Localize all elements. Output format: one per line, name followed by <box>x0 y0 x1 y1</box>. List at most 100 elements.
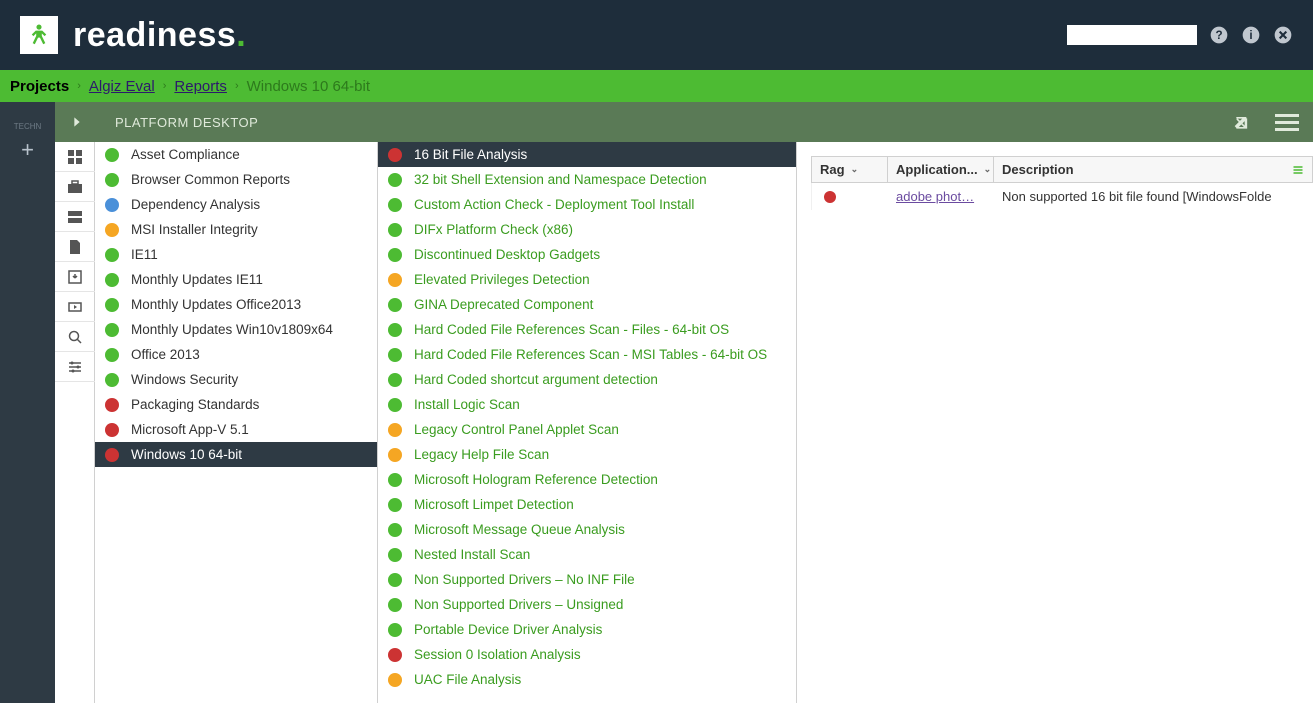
check-item[interactable]: Hard Coded shortcut argument detection <box>378 367 796 392</box>
breadcrumb-project[interactable]: Algiz Eval <box>89 78 155 95</box>
server-icon[interactable] <box>55 202 95 232</box>
sort-caret-icon: ⌄ <box>851 164 859 175</box>
rag-dot <box>388 598 402 612</box>
check-item[interactable]: Discontinued Desktop Gadgets <box>378 242 796 267</box>
platform-bar: PLATFORM DESKTOP <box>55 102 1313 142</box>
category-item[interactable]: Windows Security <box>95 367 377 392</box>
chevron-right-icon: › <box>77 80 81 92</box>
breadcrumb-section[interactable]: Reports <box>174 78 227 95</box>
rag-dot <box>105 398 119 412</box>
check-item[interactable]: Microsoft Hologram Reference Detection <box>378 467 796 492</box>
category-item[interactable]: MSI Installer Integrity <box>95 217 377 242</box>
dashboard-icon[interactable] <box>55 142 95 172</box>
expand-icon[interactable] <box>69 114 85 130</box>
info-icon[interactable]: i <box>1241 25 1261 45</box>
check-item[interactable]: UAC File Analysis <box>378 667 796 692</box>
check-item[interactable]: Session 0 Isolation Analysis <box>378 642 796 667</box>
columns: Asset Compliance Browser Common Reports De… <box>55 142 1313 703</box>
check-item[interactable]: Custom Action Check - Deployment Tool In… <box>378 192 796 217</box>
search-icon[interactable] <box>55 322 95 352</box>
category-item[interactable]: Browser Common Reports <box>95 167 377 192</box>
settings-icon[interactable] <box>55 352 95 382</box>
collapse-icon[interactable] <box>1233 112 1253 132</box>
breadcrumb: Projects › Algiz Eval › Reports › Window… <box>0 70 1313 102</box>
category-item[interactable]: Monthly Updates Win10v1809x64 <box>95 317 377 342</box>
check-item[interactable]: 16 Bit File Analysis <box>378 142 796 167</box>
rag-dot <box>388 523 402 537</box>
check-item[interactable]: Legacy Help File Scan <box>378 442 796 467</box>
download-icon[interactable] <box>55 262 95 292</box>
chevron-right-icon: › <box>235 80 239 92</box>
col-header-description[interactable]: Description <box>994 157 1313 182</box>
check-label: Hard Coded shortcut argument detection <box>414 372 658 387</box>
check-item[interactable]: Nested Install Scan <box>378 542 796 567</box>
col-header-application[interactable]: Application...⌄ <box>888 157 994 182</box>
category-item[interactable]: Office 2013 <box>95 342 377 367</box>
icon-rail <box>55 142 95 703</box>
col-header-rag-label: Rag <box>820 162 845 177</box>
category-label: Monthly Updates Office2013 <box>131 297 301 312</box>
search-input[interactable] <box>1067 25 1197 45</box>
close-icon[interactable] <box>1273 25 1293 45</box>
check-label: Elevated Privileges Detection <box>414 272 590 287</box>
application-link[interactable]: adobe phot… <box>896 189 974 204</box>
briefcase-icon[interactable] <box>55 172 95 202</box>
category-label: Browser Common Reports <box>131 172 290 187</box>
checks-column: 16 Bit File Analysis32 bit Shell Extensi… <box>378 142 797 703</box>
rag-dot <box>388 223 402 237</box>
column-menu-icon[interactable] <box>1292 164 1304 176</box>
check-item[interactable]: Portable Device Driver Analysis <box>378 617 796 642</box>
category-item[interactable]: Monthly Updates IE11 <box>95 267 377 292</box>
check-item[interactable]: Elevated Privileges Detection <box>378 267 796 292</box>
check-item[interactable]: DIFx Platform Check (x86) <box>378 217 796 242</box>
media-icon[interactable] <box>55 292 95 322</box>
category-item[interactable]: IE11 <box>95 242 377 267</box>
add-button[interactable]: + <box>21 137 34 163</box>
category-item[interactable]: Windows 10 64-bit <box>95 442 377 467</box>
check-label: GINA Deprecated Component <box>414 297 593 312</box>
check-item[interactable]: Non Supported Drivers – No INF File <box>378 567 796 592</box>
category-item[interactable]: Packaging Standards <box>95 392 377 417</box>
category-label: Microsoft App-V 5.1 <box>131 422 249 437</box>
help-icon[interactable]: ? <box>1209 25 1229 45</box>
check-label: Legacy Control Panel Applet Scan <box>414 422 619 437</box>
category-item[interactable]: Microsoft App-V 5.1 <box>95 417 377 442</box>
rag-dot <box>105 148 119 162</box>
check-label: Nested Install Scan <box>414 547 530 562</box>
rag-dot <box>105 198 119 212</box>
check-item[interactable]: Non Supported Drivers – Unsigned <box>378 592 796 617</box>
person-icon <box>25 21 53 49</box>
check-label: Hard Coded File References Scan - MSI Ta… <box>414 347 767 362</box>
check-label: Custom Action Check - Deployment Tool In… <box>414 197 694 212</box>
grid-row[interactable]: adobe phot…Non supported 16 bit file fou… <box>811 183 1313 210</box>
check-label: Non Supported Drivers – No INF File <box>414 572 635 587</box>
check-item[interactable]: 32 bit Shell Extension and Namespace Det… <box>378 167 796 192</box>
category-item[interactable]: Monthly Updates Office2013 <box>95 292 377 317</box>
check-item[interactable]: Hard Coded File References Scan - Files … <box>378 317 796 342</box>
check-item[interactable]: GINA Deprecated Component <box>378 292 796 317</box>
breadcrumb-current: Windows 10 64-bit <box>247 78 370 95</box>
category-label: Asset Compliance <box>131 147 240 162</box>
rail-label: TECHN <box>14 122 42 131</box>
check-item[interactable]: Install Logic Scan <box>378 392 796 417</box>
rag-dot <box>105 423 119 437</box>
menu-icon[interactable] <box>1275 114 1299 131</box>
category-item[interactable]: Asset Compliance <box>95 142 377 167</box>
category-item[interactable]: Dependency Analysis <box>95 192 377 217</box>
check-item[interactable]: Legacy Control Panel Applet Scan <box>378 417 796 442</box>
check-item[interactable]: Hard Coded File References Scan - MSI Ta… <box>378 342 796 367</box>
document-icon[interactable] <box>55 232 95 262</box>
check-label: Legacy Help File Scan <box>414 447 549 462</box>
check-item[interactable]: Microsoft Message Queue Analysis <box>378 517 796 542</box>
brand-title: readiness. <box>73 16 1067 55</box>
check-label: UAC File Analysis <box>414 672 521 687</box>
col-header-rag[interactable]: Rag ⌄ <box>812 157 888 182</box>
category-label: IE11 <box>131 247 158 262</box>
rag-dot <box>388 273 402 287</box>
check-item[interactable]: Microsoft Limpet Detection <box>378 492 796 517</box>
check-label: Install Logic Scan <box>414 397 520 412</box>
main-layout: TECHN + PLATFORM DESKTOP Asset Com <box>0 102 1313 703</box>
app-header: readiness. ? i <box>0 0 1313 70</box>
rag-dot <box>105 223 119 237</box>
breadcrumb-root[interactable]: Projects <box>10 78 69 95</box>
